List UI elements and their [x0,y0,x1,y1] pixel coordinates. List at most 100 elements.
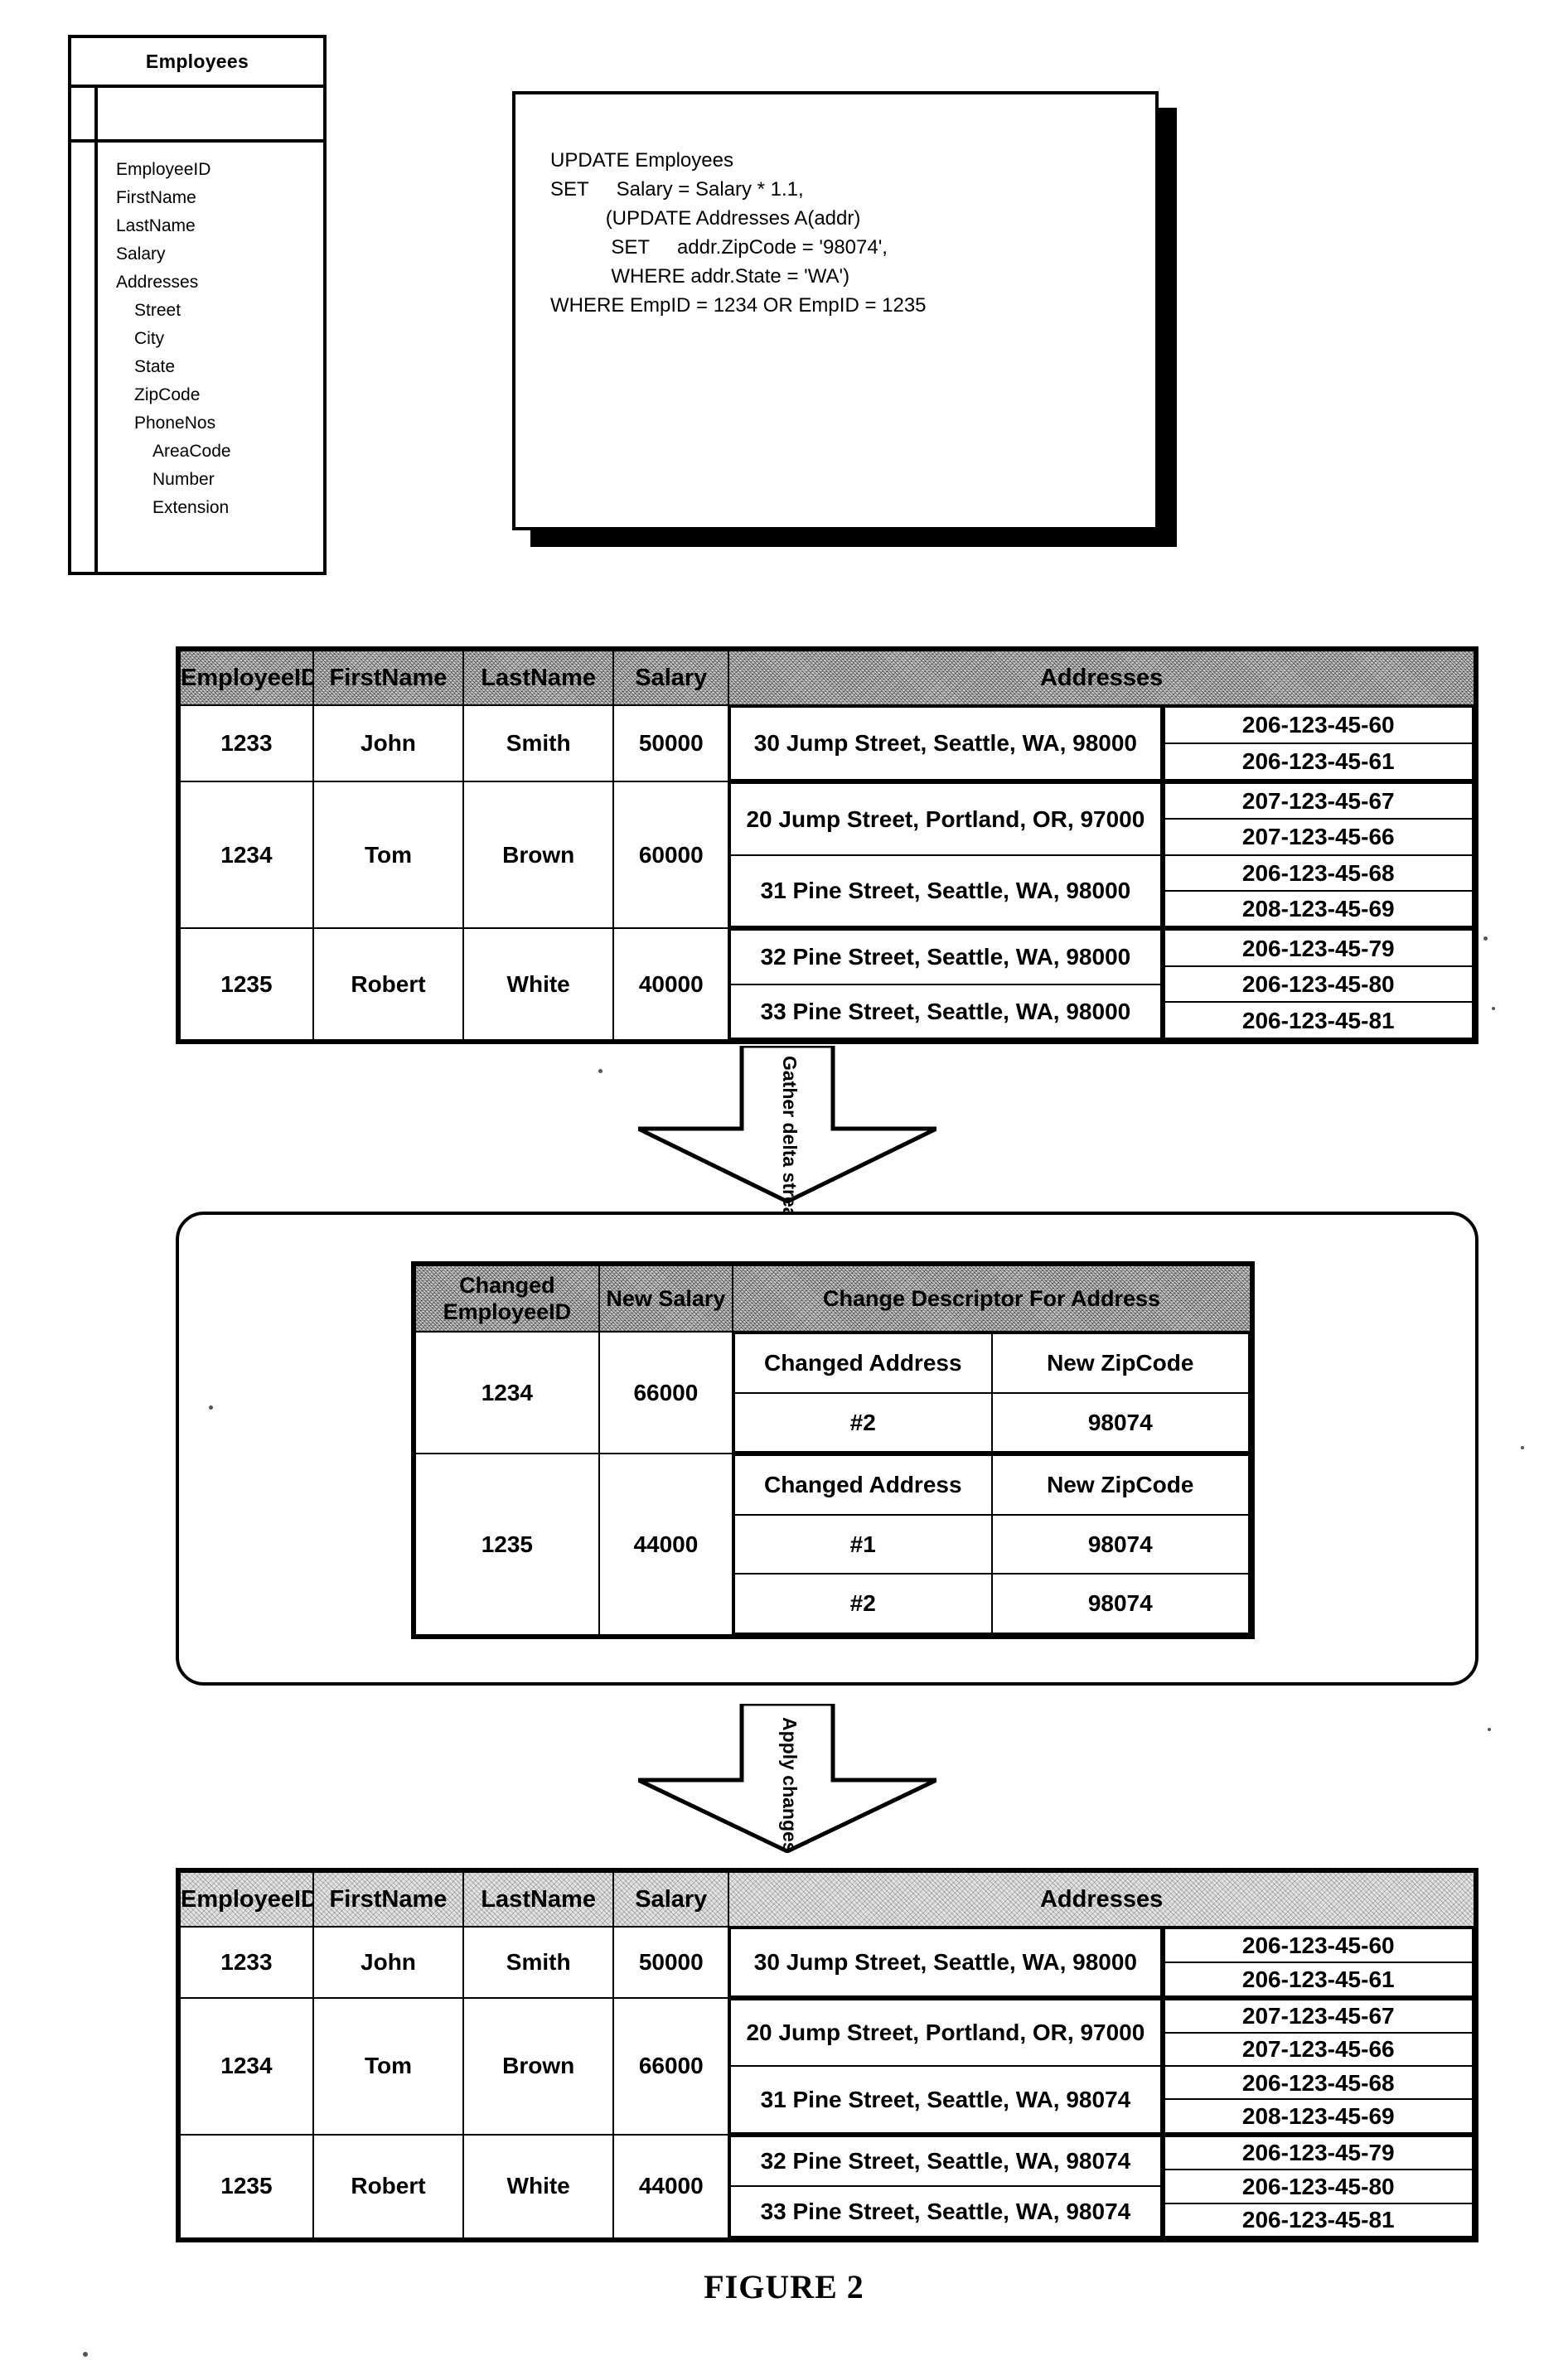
addresses-cell: 20 Jump Street, Portland, OR, 97000 31 Pi… [728,780,1164,930]
first-name-cell: Tom [312,1996,465,2136]
phone-number: 208-123-45-69 [1163,2098,1474,2134]
schema-title: Employees [145,50,249,72]
phone-number: 206-123-45-81 [1163,1001,1474,1039]
schema-field: Addresses [116,273,199,292]
schema-field: Street [134,301,181,320]
column-header: LastName [462,1871,615,1928]
phone-number: 206-123-45-61 [1163,742,1474,781]
first-name-cell: Robert [312,2133,465,2240]
scan-speck [83,2352,88,2357]
addresses-cell: 30 Jump Street, Seattle, WA, 98000 [728,1926,1164,1999]
descriptor-column-header: New ZipCode [990,1333,1250,1394]
new-salary-cell: 66000 [598,1330,734,1455]
last-name-cell: Brown [462,1996,615,2136]
schema-gutter-top [71,88,98,139]
schema-field: Extension [152,498,230,517]
schema-gutter-body [71,143,98,572]
descriptor-row: #2 98074 [733,1573,1250,1634]
addresses-cell: 32 Pine Street, Seattle, WA, 98000 33 Pin… [728,927,1164,1041]
figure-caption: FIGURE 2 [704,2268,864,2305]
table-row: 1235 Robert White 40000 32 Pine Street, Seat… [179,927,1476,1041]
phone-numbers-cell: 206-123-45-79 206-123-45-80 206-123-45-81 [1161,927,1476,1041]
employee-id-cell: 1233 [179,1926,314,1999]
gather-delta-arrow-label: Gather delta stream [779,1056,801,1236]
employees-schema-box: Employees EmployeeID FirstName LastName Sal… [68,35,327,575]
changed-address-index: #2 [733,1573,993,1634]
delta-column-header: New Salary [598,1265,734,1333]
descriptor-row: #1 98074 [733,1513,1250,1575]
phone-number: 207-123-45-67 [1163,781,1474,820]
phone-number: 206-123-45-68 [1163,854,1474,892]
schema-field: ZipCode [134,385,201,404]
address-text: 33 Pine Street, Seattle, WA, 98000 [729,983,1162,1040]
delta-stream-table: Changed EmployeeID New Salary Change Descr… [411,1261,1255,1639]
employees-table-after: EmployeeID FirstName LastName Salary Address… [176,1868,1478,2242]
apply-changes-arrow-label: Apply changes [779,1717,801,1853]
phone-numbers-cell: 206-123-45-60 206-123-45-61 [1161,1926,1476,1999]
schema-field: Salary [116,244,166,264]
descriptor-row: #2 98074 [733,1391,1250,1454]
last-name-cell: Smith [462,704,615,782]
column-header: EmployeeID [179,650,318,706]
employee-data-table: EmployeeID FirstName LastName Salary Address… [179,1871,1476,2240]
delta-row: 1234 66000 Changed Address New ZipCode #2 980… [414,1330,1251,1455]
schema-body: EmployeeID FirstName LastName Salary Address… [71,143,323,572]
phone-number: 206-123-45-79 [1163,929,1474,967]
delta-column-header: Change Descriptor For Address [732,1265,1251,1333]
column-header: Addresses [728,1871,1475,1928]
schema-field: EmployeeID [116,160,211,179]
employee-id-cell: 1235 [179,2133,314,2240]
employee-id-cell: 1234 [179,780,314,930]
employees-table-before: EmployeeID FirstName LastName Salary Address… [176,646,1478,1044]
address-text: 32 Pine Street, Seattle, WA, 98000 [729,929,1162,985]
employee-id-cell: 1235 [179,927,314,1041]
addresses-cell: 32 Pine Street, Seattle, WA, 98074 33 Pin… [728,2133,1164,2240]
phone-number: 206-123-45-80 [1163,2169,1474,2204]
change-descriptor-cell: Changed Address New ZipCode #2 98074 [732,1330,1251,1455]
descriptor-column-header: New ZipCode [990,1454,1250,1516]
change-descriptor-cell: Changed Address New ZipCode #1 98074 #2 98074 [732,1453,1251,1636]
changed-employee-id-cell: 1234 [414,1330,600,1455]
employee-id-cell: 1234 [179,1996,314,2136]
phone-number: 206-123-45-79 [1163,2135,1474,2171]
phone-number: 206-123-45-80 [1163,965,1474,1004]
table-row: 1235 Robert White 44000 32 Pine Street, Seat… [179,2133,1476,2240]
changed-employee-id-cell: 1235 [414,1453,600,1636]
table-row: 1234 Tom Brown 60000 20 Jump Street, Portlan… [179,780,1476,930]
sql-statement-card: UPDATE Employees SET Salary = Salary * 1… [512,91,1159,530]
salary-cell: 50000 [612,1926,730,1999]
salary-cell: 50000 [612,704,730,782]
scan-speck [1492,1007,1495,1010]
delta-column-header: Changed EmployeeID [414,1265,600,1333]
table-header-row: EmployeeID FirstName LastName Salary Address… [179,650,1475,706]
scan-speck [1488,1728,1491,1731]
column-header: Addresses [728,650,1475,706]
first-name-cell: John [312,1926,465,1999]
employee-data-table: EmployeeID FirstName LastName Salary Address… [179,650,1476,1041]
scan-speck [1521,1446,1524,1449]
new-zipcode-value: 98074 [990,1573,1250,1634]
phone-number: 206-123-45-61 [1163,1961,1474,1997]
address-text: 30 Jump Street, Seattle, WA, 98000 [729,706,1162,781]
schema-blank-cell [98,88,323,139]
changed-address-index: #2 [733,1391,993,1454]
phone-number: 208-123-45-69 [1163,889,1474,928]
phone-numbers-cell: 207-123-45-67 207-123-45-66 206-123-45-68 2… [1161,780,1476,930]
schema-field: State [134,357,176,376]
schema-field: City [134,329,165,348]
address-text: 33 Pine Street, Seattle, WA, 98074 [729,2185,1162,2237]
scan-speck [1483,936,1488,941]
table-header-row: EmployeeID FirstName LastName Salary Address… [179,1871,1475,1928]
apply-changes-arrow: Apply changes [636,1701,938,1854]
delta-row: 1235 44000 Changed Address New ZipCode #1 980… [414,1453,1251,1636]
phone-number: 207-123-45-67 [1163,1998,1474,2034]
new-zipcode-value: 98074 [990,1513,1250,1575]
column-header: Salary [612,1871,730,1928]
schema-field: AreaCode [152,442,231,461]
column-header: Salary [612,650,730,706]
phone-number: 206-123-45-60 [1163,706,1474,744]
address-text: 32 Pine Street, Seattle, WA, 98074 [729,2135,1162,2188]
column-header: FirstName [312,1871,465,1928]
addresses-cell: 20 Jump Street, Portland, OR, 97000 31 Pi… [728,1996,1164,2136]
column-header: EmployeeID [179,1871,318,1928]
